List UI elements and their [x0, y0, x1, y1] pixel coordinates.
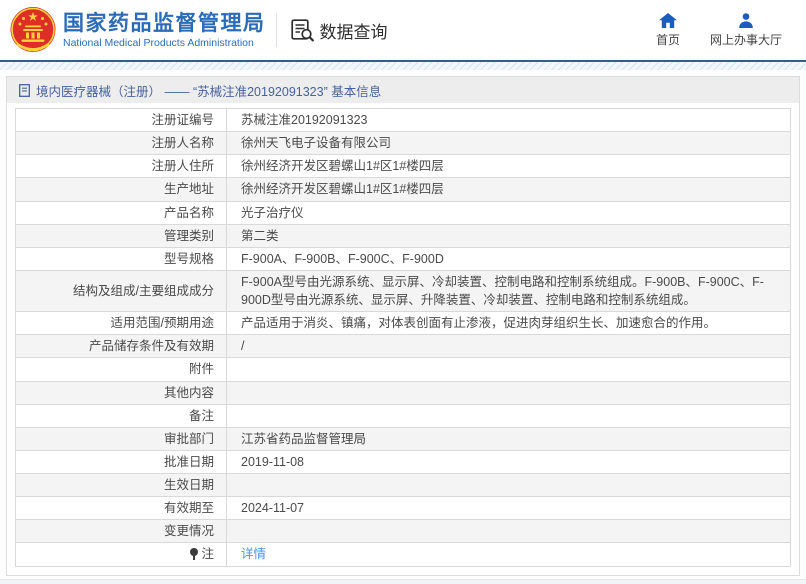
table-row: 其他内容 — [15, 380, 791, 405]
breadcrumb: 境内医疗器械（注册） —— “苏械注准20192091323” 基本信息 — [7, 77, 799, 103]
agency-title-block: 国家药品监督管理局 National Medical Products Admi… — [63, 11, 266, 48]
row-label: 审批部门 — [15, 426, 227, 451]
registration-table: 注册证编号 苏械注准20192091323 注册人名称 徐州天飞电子设备有限公司 注册人… — [15, 107, 791, 567]
table-row: 注详情 — [15, 542, 791, 567]
table-row: 附件 — [15, 357, 791, 382]
content-card: 境内医疗器械（注册） —— “苏械注准20192091323” 基本信息 注册证… — [6, 76, 800, 576]
table-row: 产品名称 光子治疗仪 — [15, 200, 791, 225]
breadcrumb-text: 境内医疗器械（注册） —— “苏械注准20192091323” 基本信息 — [36, 84, 382, 99]
row-label: 注册人住所 — [15, 154, 227, 179]
table-row: 产品储存条件及有效期 / — [15, 334, 791, 359]
row-value: 详情 — [226, 542, 791, 567]
table-row: 结构及组成/主要组成成分 F-900A型号由光源系统、显示屏、冷却装置、控制电路和… — [15, 269, 791, 313]
row-label: 批准日期 — [15, 449, 227, 475]
row-value: F-900A、F-900B、F-900C、F-900D — [226, 246, 791, 271]
table-row: 注册人住所 徐州经济开发区碧螺山1#区1#楼四层 — [15, 154, 791, 179]
row-value — [226, 519, 791, 544]
row-value: 产品适用于消炎、镇痛，对体表创面有止渗液，促进肉芽组织生长、加速愈合的作用。 — [226, 311, 791, 336]
row-label: 管理类别 — [15, 223, 227, 248]
row-value: 苏械注准20192091323 — [226, 107, 791, 133]
header-divider — [275, 13, 277, 47]
row-value: 第二类 — [226, 223, 791, 248]
document-icon — [19, 83, 30, 97]
footer-strip — [0, 578, 806, 584]
row-value: 徐州经济开发区碧螺山1#区1#楼四层 — [226, 154, 791, 179]
row-label: 生产地址 — [15, 177, 227, 202]
hatched-strip — [0, 62, 806, 70]
row-label: 产品储存条件及有效期 — [15, 334, 227, 359]
row-label: 其他内容 — [15, 380, 227, 405]
data-query-label: 数据查询 — [319, 22, 388, 42]
row-value — [226, 403, 791, 428]
table-row: 管理类别 第二类 — [15, 223, 791, 248]
row-label: 产品名称 — [15, 200, 227, 225]
row-label: 注册证编号 — [15, 107, 227, 133]
table-row: 生效日期 — [15, 472, 791, 498]
row-value: / — [226, 334, 791, 359]
row-value: 徐州天飞电子设备有限公司 — [226, 131, 791, 156]
row-value: 2019-11-08 — [226, 449, 791, 475]
table-row: 型号规格 F-900A、F-900B、F-900C、F-900D — [15, 246, 791, 271]
data-query-section[interactable]: 数据查询 — [290, 18, 388, 43]
table-row: 注册证编号 苏械注准20192091323 — [15, 107, 791, 133]
row-label: 注 — [15, 542, 227, 567]
table-row: 备注 — [15, 403, 791, 428]
nav-hall-label: 网上办事大厅 — [709, 32, 782, 47]
row-label: 型号规格 — [15, 246, 227, 271]
nav-item-service-hall[interactable]: 网上办事大厅 — [709, 12, 782, 48]
table-row: 生产地址 徐州经济开发区碧螺山1#区1#楼四层 — [15, 177, 791, 202]
row-value: 江苏省药品监督管理局 — [226, 426, 791, 451]
table-row: 适用范围/预期用途 产品适用于消炎、镇痛，对体表创面有止渗液，促进肉芽组织生长、加… — [15, 311, 791, 336]
site-header: 国家药品监督管理局 National Medical Products Admi… — [0, 0, 806, 60]
row-label: 变更情况 — [15, 519, 227, 544]
person-icon — [739, 12, 753, 28]
row-label: 生效日期 — [15, 472, 227, 498]
nav-item-home[interactable]: 首页 — [655, 12, 680, 48]
row-value: F-900A型号由光源系统、显示屏、冷却装置、控制电路和控制系统组成。F-900… — [226, 269, 791, 313]
row-label: 有效期至 — [15, 496, 227, 521]
row-value — [226, 380, 791, 405]
table-row: 注册人名称 徐州天飞电子设备有限公司 — [15, 131, 791, 156]
table-row: 批准日期 2019-11-08 — [15, 449, 791, 475]
row-label: 备注 — [15, 403, 227, 428]
row-label: 附件 — [15, 357, 227, 382]
row-label: 注册人名称 — [15, 131, 227, 156]
header-nav: 首页 网上办事大厅 — [655, 12, 782, 48]
agency-subtitle: National Medical Products Administration — [63, 36, 254, 49]
national-emblem-logo — [10, 7, 56, 52]
registration-table-wrap: 注册证编号 苏械注准20192091323 注册人名称 徐州天飞电子设备有限公司 注册人… — [7, 103, 799, 575]
table-row: 变更情况 — [15, 519, 791, 544]
row-value: 光子治疗仪 — [226, 200, 791, 225]
agency-title: 国家药品监督管理局 — [63, 12, 266, 36]
row-label: 结构及组成/主要组成成分 — [15, 269, 227, 313]
table-row: 有效期至 2024-11-07 — [15, 496, 791, 521]
note-pin-icon — [190, 548, 199, 561]
details-link[interactable]: 详情 — [241, 547, 266, 561]
home-icon — [658, 12, 677, 28]
row-value — [226, 357, 791, 382]
row-value: 2024-11-07 — [226, 496, 791, 521]
nav-home-label: 首页 — [655, 32, 680, 47]
row-value: 徐州经济开发区碧螺山1#区1#楼四层 — [226, 177, 791, 202]
document-search-icon — [290, 18, 314, 42]
row-label: 适用范围/预期用途 — [15, 311, 227, 336]
row-value — [226, 472, 791, 498]
table-row: 审批部门 江苏省药品监督管理局 — [15, 426, 791, 451]
